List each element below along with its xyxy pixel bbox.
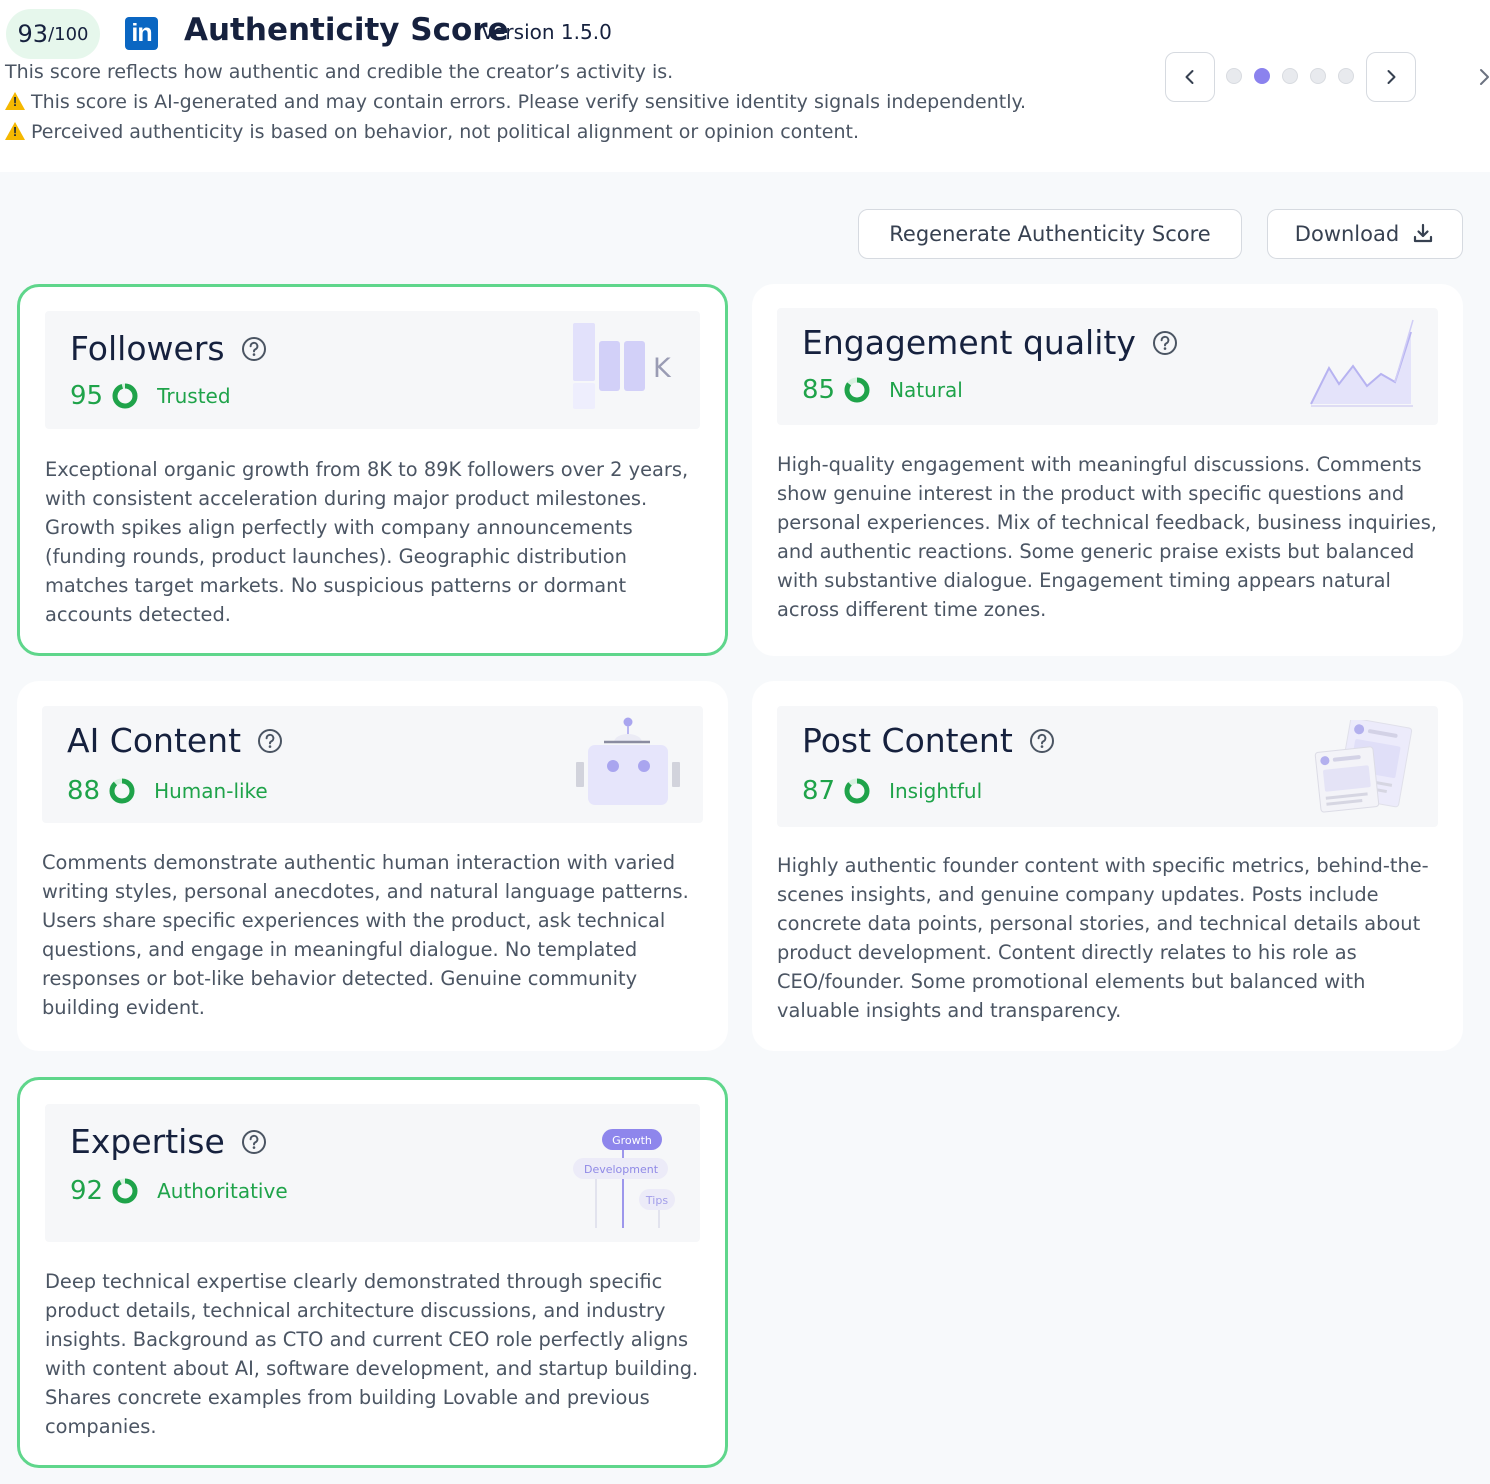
pager-dots bbox=[1226, 68, 1354, 84]
ai-disclaimer: This score is AI-generated and may conta… bbox=[5, 91, 1026, 113]
svg-text:Development: Development bbox=[584, 1163, 659, 1176]
linkedin-logo: in bbox=[125, 17, 158, 50]
help-icon[interactable] bbox=[257, 728, 283, 754]
expertise-card: Expertise 92 Authoritative Growth Develo… bbox=[17, 1077, 728, 1468]
card-description: Highly authentic founder content with sp… bbox=[777, 854, 1429, 1022]
help-icon[interactable] bbox=[241, 336, 267, 362]
help-icon[interactable] bbox=[1152, 330, 1178, 356]
next-button[interactable] bbox=[1366, 52, 1416, 102]
score-ring-icon bbox=[112, 1178, 138, 1204]
post-cards-illustration bbox=[1314, 720, 1413, 813]
overall-score-max: /100 bbox=[48, 23, 89, 45]
page-title: Authenticity Score bbox=[184, 12, 509, 48]
overall-score-badge: 93/100 bbox=[6, 9, 100, 59]
score-ring-icon bbox=[112, 383, 138, 409]
download-icon bbox=[1414, 223, 1433, 243]
regenerate-score-button[interactable]: Regenerate Authenticity Score bbox=[858, 209, 1242, 259]
pager-dot[interactable] bbox=[1310, 68, 1326, 84]
robot-illustration bbox=[576, 717, 680, 805]
card-description: Exceptional organic growth from 8K to 89… bbox=[45, 458, 689, 626]
warning-icon bbox=[5, 92, 25, 110]
card-description: Deep technical expertise clearly demonst… bbox=[45, 1270, 699, 1438]
chevron-left-icon bbox=[1185, 70, 1194, 84]
follower-bars-illustration: K bbox=[573, 323, 672, 409]
card-title: Engagement quality bbox=[802, 323, 1178, 362]
score-label: Trusted bbox=[157, 384, 231, 408]
score-row: 85 Natural bbox=[802, 375, 963, 405]
warning-icon bbox=[5, 122, 25, 140]
header: 93/100 in Authenticity Score Version 1.5… bbox=[0, 0, 1490, 172]
post-content-card: Post Content 87 Insightful Highly authen… bbox=[752, 681, 1463, 1051]
pager-dot[interactable] bbox=[1226, 68, 1242, 84]
score-ring-icon bbox=[844, 377, 870, 403]
card-title: AI Content bbox=[67, 721, 283, 760]
main-content: Regenerate Authenticity Score Download F… bbox=[0, 172, 1490, 1484]
card-title: Followers bbox=[70, 329, 267, 368]
help-icon[interactable] bbox=[241, 1129, 267, 1155]
card-header: Followers 95 Trusted K bbox=[45, 311, 700, 429]
help-icon[interactable] bbox=[1029, 728, 1055, 754]
score-ring-icon bbox=[844, 778, 870, 804]
card-header: Expertise 92 Authoritative Growth Develo… bbox=[45, 1104, 700, 1242]
card-header: AI Content 88 Human-like bbox=[42, 706, 703, 823]
score-row: 87 Insightful bbox=[802, 776, 982, 806]
card-title: Expertise bbox=[70, 1122, 267, 1161]
score-value: 95 bbox=[70, 381, 104, 411]
topic-tree-illustration: Growth Development Tips bbox=[573, 1129, 675, 1228]
score-row: 92 Authoritative bbox=[70, 1176, 288, 1206]
score-value: 92 bbox=[70, 1176, 104, 1206]
pager-dot[interactable] bbox=[1338, 68, 1354, 84]
engagement-line-chart-illustration bbox=[1310, 319, 1414, 407]
card-header: Post Content 87 Insightful bbox=[777, 706, 1438, 827]
score-label: Insightful bbox=[889, 779, 983, 803]
score-ring-icon bbox=[109, 778, 135, 804]
engagement-quality-card: Engagement quality 85 Natural High-quali… bbox=[752, 284, 1463, 656]
svg-text:Tips: Tips bbox=[645, 1194, 668, 1207]
score-description: This score reflects how authentic and cr… bbox=[5, 61, 674, 83]
overall-score: 93 bbox=[17, 20, 49, 48]
download-button[interactable]: Download bbox=[1267, 209, 1463, 259]
svg-text:Growth: Growth bbox=[612, 1134, 652, 1147]
score-label: Natural bbox=[889, 378, 963, 402]
svg-text:K: K bbox=[653, 353, 672, 384]
previous-button[interactable] bbox=[1165, 52, 1215, 102]
score-row: 88 Human-like bbox=[67, 776, 268, 806]
card-description: High-quality engagement with meaningful … bbox=[777, 453, 1437, 621]
score-value: 88 bbox=[67, 776, 101, 806]
version-label: Version 1.5.0 bbox=[481, 20, 612, 44]
download-button-label: Download bbox=[1294, 222, 1400, 246]
score-label: Authoritative bbox=[157, 1179, 288, 1203]
ai-content-card: AI Content 88 Human-like Comments demons… bbox=[17, 681, 728, 1051]
card-title: Post Content bbox=[802, 721, 1055, 760]
followers-card: Followers 95 Trusted K Exceptional organ… bbox=[17, 284, 728, 656]
card-description: Comments demonstrate authentic human int… bbox=[42, 851, 689, 1019]
political-disclaimer: Perceived authenticity is based on behav… bbox=[5, 121, 859, 143]
card-header: Engagement quality 85 Natural bbox=[777, 308, 1438, 425]
chevron-right-icon[interactable] bbox=[1478, 66, 1490, 88]
score-value: 87 bbox=[802, 776, 836, 806]
pager-dot[interactable] bbox=[1254, 68, 1270, 84]
score-value: 85 bbox=[802, 375, 836, 405]
score-label: Human-like bbox=[154, 779, 268, 803]
score-row: 95 Trusted bbox=[70, 381, 231, 411]
pager-dot[interactable] bbox=[1282, 68, 1298, 84]
chevron-right-icon bbox=[1387, 70, 1396, 84]
